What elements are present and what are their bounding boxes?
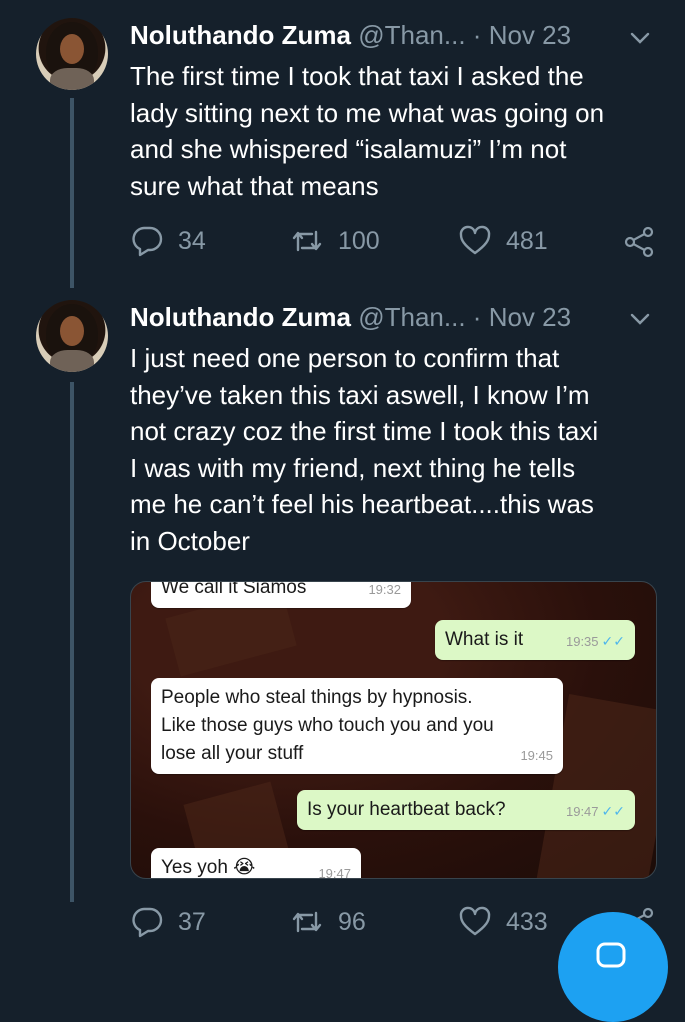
- chat-time: 19:35: [565, 634, 599, 649]
- tweet-text: I just need one person to confirm that t…: [130, 340, 670, 559]
- tweet-text-line: I just need one person to confirm that: [130, 343, 560, 373]
- tweet-text-line: I was with my friend, next thing he tell…: [130, 452, 576, 483]
- compose-button[interactable]: [558, 912, 668, 1022]
- reply-button[interactable]: 34: [130, 224, 206, 258]
- heart-icon: [459, 225, 491, 255]
- reply-count: 37: [178, 907, 206, 936]
- tweet-text-line: sure what that means: [130, 170, 379, 201]
- tweet-text-line: me he can’t feel his heartbeat....this w…: [130, 489, 594, 519]
- chat-text: Is your heartbeat back?: [307, 799, 506, 820]
- separator-dot: ·: [472, 302, 482, 332]
- thread-line: [70, 98, 74, 288]
- chevron-down-icon[interactable]: [630, 312, 650, 326]
- chat-text: Yes yoh 😭: [161, 857, 256, 878]
- like-button[interactable]: 433: [458, 905, 548, 939]
- heart-icon: [459, 906, 491, 936]
- chevron-down-icon[interactable]: [630, 31, 650, 45]
- author-name[interactable]: Noluthando Zuma: [130, 20, 351, 50]
- retweet-icon: [292, 911, 322, 933]
- chat-message-outgoing: What is it 19:35 ✓✓: [435, 620, 635, 660]
- chat-text-line: People who steal things by hypnosis.: [161, 687, 473, 708]
- retweet-icon: [292, 230, 322, 252]
- like-button[interactable]: 481: [458, 224, 548, 258]
- chat-time: 19:32: [368, 582, 401, 597]
- share-icon: [624, 226, 654, 258]
- chat-message-outgoing: Is your heartbeat back? 19:47 ✓✓: [297, 790, 635, 830]
- tweet-date[interactable]: Nov 23: [489, 20, 571, 50]
- like-count: 481: [506, 226, 548, 255]
- avatar[interactable]: [36, 300, 108, 372]
- reply-count: 34: [178, 226, 206, 255]
- chat-message-incoming: People who steal things by hypnosis. Lik…: [151, 678, 563, 774]
- chat-text-line: lose all your stuff: [161, 743, 304, 764]
- avatar[interactable]: [36, 18, 108, 90]
- chat-message-incoming: We call it Siamos 19:32: [151, 581, 411, 608]
- chat-time: 19:45: [520, 748, 553, 763]
- tweet-header: Noluthando Zuma @Than... · Nov 23: [130, 20, 571, 51]
- chat-text: What is it: [445, 629, 524, 650]
- attached-image[interactable]: We call it Siamos 19:32 What is it 19:35…: [130, 581, 657, 879]
- reply-icon: [132, 226, 163, 257]
- retweet-count: 100: [338, 226, 380, 255]
- author-name[interactable]: Noluthando Zuma: [130, 302, 351, 332]
- share-button[interactable]: [622, 224, 656, 258]
- double-check-icon: ✓✓: [601, 633, 625, 649]
- tweet-text-line: in October: [130, 525, 250, 556]
- compose-icon: [596, 942, 626, 968]
- tweet-text: The first time I took that taxi I asked …: [130, 58, 670, 204]
- retweet-button[interactable]: 100: [290, 224, 380, 258]
- tweet-actions: 34 100 481: [130, 224, 660, 264]
- tweet-header: Noluthando Zuma @Than... · Nov 23: [130, 302, 571, 333]
- chat-time: 19:47: [565, 804, 599, 819]
- tweet-text-line: not crazy coz the first time I took this…: [130, 416, 599, 446]
- tweet-text-line: The first time I took that taxi I asked …: [130, 61, 584, 91]
- like-count: 433: [506, 907, 548, 936]
- double-check-icon: ✓✓: [601, 803, 625, 819]
- chat-message-incoming: Yes yoh 😭 19:47: [151, 848, 361, 879]
- retweet-button[interactable]: 96: [290, 905, 366, 939]
- tweet-text-line: they’ve taken this taxi aswell, I know I…: [130, 379, 590, 410]
- chat-text-line: Like those guys who touch you and you: [161, 715, 494, 736]
- chat-text: We call it Siamos: [161, 581, 307, 598]
- chat-time: 19:47: [318, 866, 351, 879]
- thread-line: [70, 382, 74, 902]
- author-handle[interactable]: @Than...: [358, 20, 465, 50]
- separator-dot: ·: [472, 20, 482, 50]
- reply-icon: [132, 907, 163, 938]
- reply-button[interactable]: 37: [130, 905, 206, 939]
- tweet-text-line: and she whispered “isalamuzi” I’m not: [130, 134, 567, 164]
- tweet-text-line: lady sitting next to me what was going o…: [130, 97, 605, 128]
- author-handle[interactable]: @Than...: [358, 302, 465, 332]
- retweet-count: 96: [338, 907, 366, 936]
- tweet-date[interactable]: Nov 23: [489, 302, 571, 332]
